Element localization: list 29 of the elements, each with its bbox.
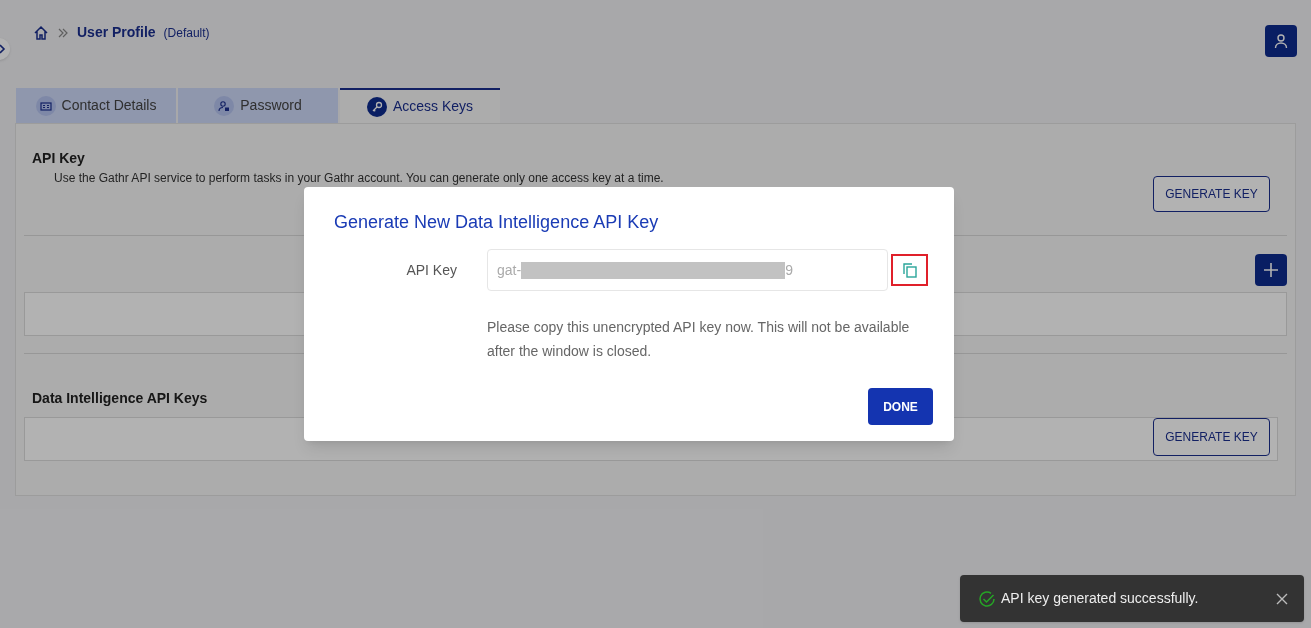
tab[interactable]: Access Keys: [340, 88, 500, 123]
generate-key-button[interactable]: GENERATE KEY: [1153, 418, 1270, 456]
copy-button[interactable]: [891, 254, 928, 286]
section-heading: Data Intelligence API Keys: [31, 389, 208, 408]
section-description: Use the Gathr API service to perform tasks in your Gathr account. You can generate only one access key at a time.: [53, 170, 664, 185]
user-icon: [1273, 33, 1289, 49]
field-label: API Key: [405, 260, 457, 280]
chevron-icon: [57, 26, 69, 39]
page-title: User Profile: [77, 23, 156, 42]
chevron-icon: [0, 44, 6, 54]
section-heading: API Key: [32, 149, 86, 168]
copy-icon: [902, 262, 917, 278]
check-circle-icon: [978, 589, 996, 608]
close-icon[interactable]: [1276, 592, 1288, 605]
warning-note: Please copy this unencrypted API key now. This will not be available after the window is closed.: [487, 318, 911, 361]
user-lock-icon: [214, 95, 235, 116]
toast-message: API key generated successfully.: [1001, 589, 1200, 608]
id-card-icon: [35, 95, 56, 116]
user-button[interactable]: [1265, 25, 1297, 57]
add-button[interactable]: [1255, 254, 1287, 286]
tab[interactable]: Password: [178, 88, 338, 123]
home-icon[interactable]: [33, 24, 49, 41]
page-subtitle: (Default): [163, 24, 210, 42]
key-icon: [366, 96, 387, 117]
done-button[interactable]: DONE: [868, 388, 933, 425]
modal-title: Generate New Data Intelligence API Key: [333, 211, 660, 234]
tab[interactable]: Contact Details: [16, 88, 176, 123]
plus-icon: [1263, 262, 1279, 278]
generate-key-button[interactable]: GENERATE KEY: [1153, 176, 1270, 212]
